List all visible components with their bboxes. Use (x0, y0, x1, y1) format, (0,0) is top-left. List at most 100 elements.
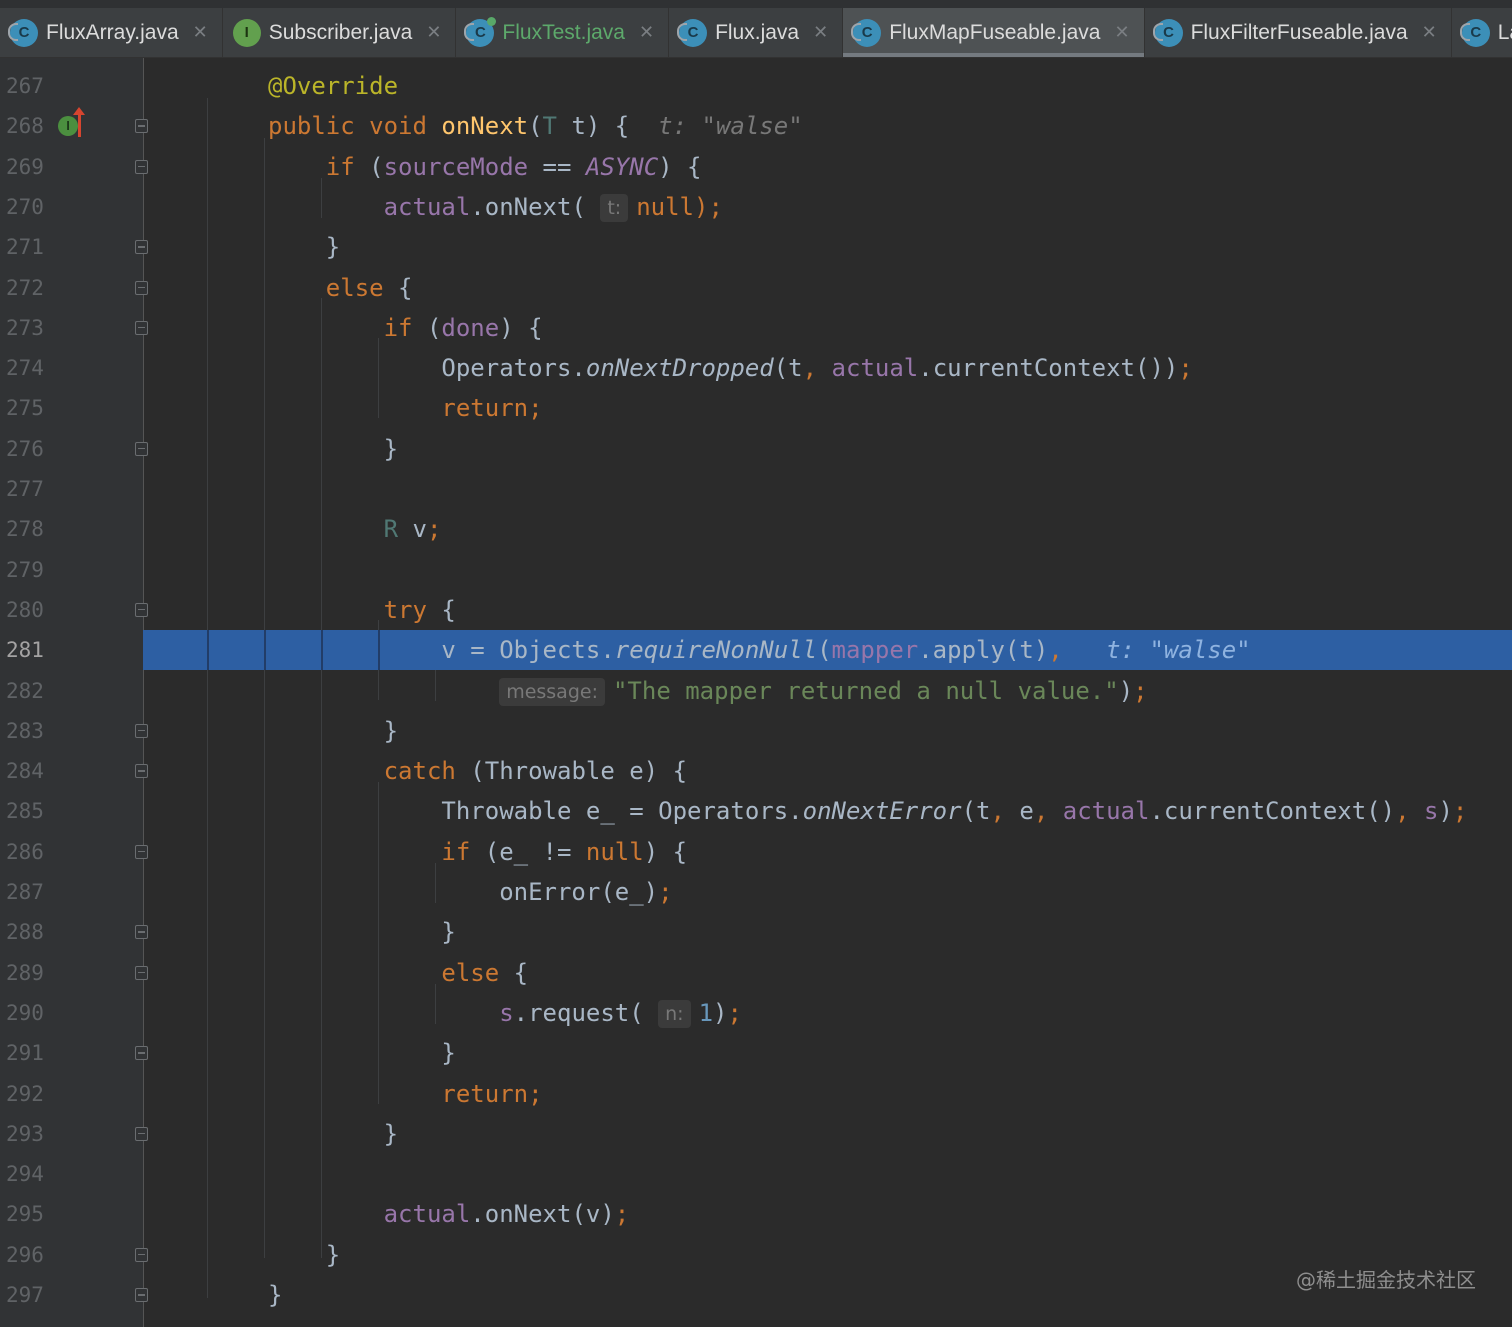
line-number: 296 (6, 1242, 44, 1267)
fold-marker-icon[interactable] (135, 280, 148, 295)
editor-tab[interactable]: C FluxFilterFuseable.java ✕ (1145, 8, 1452, 57)
code-line[interactable]: 291 } (0, 1033, 1512, 1073)
fold-marker-icon[interactable] (135, 764, 148, 779)
tab-label: FluxFilterFuseable.java (1190, 20, 1408, 44)
fold-marker-icon[interactable] (135, 1046, 148, 1061)
code-text: Operators.onNextDropped(t, actual.curren… (268, 354, 1193, 383)
fold-marker-icon[interactable] (135, 441, 148, 456)
code-line[interactable]: 296 } (0, 1235, 1512, 1275)
class-file-icon: C (1459, 18, 1490, 47)
code-line[interactable]: 274 Operators.onNextDropped(t, actual.cu… (0, 348, 1512, 388)
line-number: 286 (6, 839, 44, 864)
code-line[interactable]: 295 actual.onNext(v); (0, 1194, 1512, 1234)
code-line[interactable]: 287 onError(e_); (0, 872, 1512, 912)
line-number: 270 (6, 194, 44, 219)
parameter-hint: message: (499, 677, 605, 706)
line-number: 267 (6, 74, 44, 98)
code-line[interactable]: 279 (0, 550, 1512, 590)
fold-marker-icon[interactable] (135, 965, 148, 980)
line-number: 283 (6, 718, 44, 743)
close-tab-icon[interactable]: ✕ (193, 22, 208, 43)
editor-tab[interactable]: C FluxTest.java ✕ (456, 8, 670, 57)
fold-marker-icon[interactable] (135, 602, 148, 617)
code-line[interactable]: 288 } (0, 912, 1512, 952)
tab-label: Flux.java (715, 20, 800, 44)
code-text: if (e_ != null) { (441, 837, 688, 866)
code-text: } (268, 1281, 283, 1309)
editor-tab[interactable]: I Subscriber.java ✕ (223, 8, 457, 57)
editor-tab[interactable]: C La (1452, 8, 1512, 57)
test-file-icon: C (464, 16, 497, 47)
code-line[interactable]: 267 @Override (0, 66, 1512, 106)
code-line[interactable]: 289 else { (0, 953, 1512, 993)
tab-label: Subscriber.java (268, 20, 413, 44)
fold-marker-icon[interactable] (135, 1247, 148, 1262)
fold-marker-icon[interactable] (135, 723, 148, 738)
code-line[interactable]: 285 Throwable e_ = Operators.onNextError… (0, 791, 1512, 831)
implements-method-icon[interactable]: I (58, 116, 78, 137)
line-number: 281 (6, 638, 44, 663)
code-line[interactable]: 292 return; (0, 1074, 1512, 1114)
fold-marker-icon[interactable] (135, 119, 148, 134)
fold-marker-icon[interactable] (135, 1126, 148, 1141)
line-number: 292 (6, 1081, 44, 1106)
fold-marker-icon[interactable] (135, 159, 148, 174)
close-tab-icon[interactable]: ✕ (426, 22, 441, 43)
go-to-super-arrow-icon[interactable] (73, 107, 85, 138)
class-file-icon: C (8, 18, 38, 47)
code-line[interactable]: 278 R v; (0, 509, 1512, 549)
fold-marker-icon[interactable] (135, 1288, 148, 1302)
code-line[interactable]: 270 actual.onNext( t: null); (0, 187, 1512, 227)
indent-guide (207, 630, 209, 671)
class-file-icon: C (851, 18, 882, 47)
code-text: s.request( n: 1); (499, 998, 742, 1028)
code-line[interactable]: 286 if (e_ != null) { (0, 832, 1512, 872)
line-number: 278 (6, 517, 44, 542)
editor-tab[interactable]: C FluxArray.java ✕ (0, 8, 223, 57)
code-line[interactable]: 268 Ipublic void onNext(T t) { t: "walse" (0, 106, 1512, 146)
interface-file-icon: I (232, 18, 261, 47)
line-number: 294 (6, 1162, 44, 1187)
fold-marker-icon[interactable] (135, 240, 148, 255)
tab-label: La (1497, 20, 1512, 44)
code-line[interactable]: 273 if (done) { (0, 308, 1512, 348)
fold-marker-icon[interactable] (135, 320, 148, 335)
fold-marker-icon[interactable] (135, 844, 148, 859)
code-line[interactable]: 276 } (0, 429, 1512, 469)
code-line[interactable]: 284 catch (Throwable e) { (0, 751, 1512, 791)
close-tab-icon[interactable]: ✕ (1422, 22, 1437, 43)
line-number: 293 (6, 1121, 44, 1146)
code-text: } (268, 1039, 456, 1068)
line-number: 272 (6, 275, 44, 300)
indent-guide (264, 630, 266, 671)
code-line[interactable]: 272 else { (0, 268, 1512, 308)
code-line[interactable]: 294 (0, 1154, 1512, 1194)
line-number: 288 (6, 920, 44, 945)
code-line[interactable]: 290 s.request( n: 1); (0, 993, 1512, 1033)
close-tab-icon[interactable]: ✕ (639, 22, 654, 43)
code-line[interactable]: 282 message: "The mapper returned a null … (0, 671, 1512, 711)
code-line[interactable]: 275 return; (0, 388, 1512, 428)
code-line[interactable]: 277 (0, 469, 1512, 509)
code-text: return; (441, 1079, 543, 1108)
code-editor[interactable]: 267 @Override 268 Ipublic void onNext(T t) … (0, 58, 1512, 1327)
code-line[interactable]: 281 v = Objects.requireNonNull(mapper.ap… (0, 630, 1512, 671)
line-number: 291 (6, 1041, 44, 1066)
code-line[interactable]: 271 } (0, 227, 1512, 267)
code-text: if (done) { (383, 313, 543, 342)
close-tab-icon[interactable]: ✕ (1114, 22, 1129, 43)
line-number: 290 (6, 1000, 44, 1025)
close-tab-icon[interactable]: ✕ (813, 22, 828, 43)
line-number: 276 (6, 436, 44, 461)
code-line[interactable]: 280 try { (0, 590, 1512, 630)
editor-tab[interactable]: C FluxMapFuseable.java ✕ (843, 8, 1145, 57)
fold-marker-icon[interactable] (135, 925, 148, 940)
code-line[interactable]: 269 if (sourceMode == ASYNC) { (0, 147, 1512, 187)
editor-tab[interactable]: C Flux.java ✕ (669, 8, 844, 57)
code-line[interactable]: 297} (0, 1275, 1512, 1315)
code-text: @Override (268, 72, 399, 100)
code-line[interactable]: 293 } (0, 1114, 1512, 1154)
code-text: return; (441, 394, 543, 423)
code-line[interactable]: 283 } (0, 711, 1512, 751)
code-text: } (268, 434, 399, 463)
